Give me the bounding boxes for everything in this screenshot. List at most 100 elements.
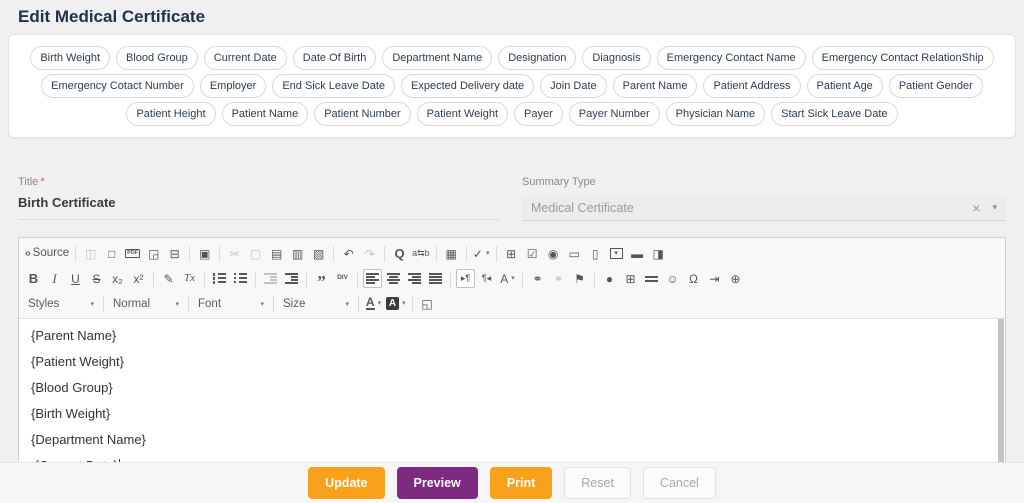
merge-field-chip[interactable]: Join Date (540, 74, 607, 98)
source-button[interactable]: ‹› Source (24, 244, 70, 263)
ltr-button[interactable]: ▸¶ (456, 269, 475, 288)
superscript-button[interactable]: x² (129, 269, 148, 288)
spell-check-button[interactable]: ✓ ▾ (472, 244, 491, 263)
editor-scrollbar[interactable] (998, 319, 1004, 468)
subscript-button[interactable]: x₂ (108, 269, 127, 288)
replace-button[interactable]: a⇆b (411, 244, 431, 263)
merge-field-chip[interactable]: Emergency Contact RelationShip (811, 46, 994, 70)
new-page-button[interactable]: □ (102, 244, 121, 263)
paste-button[interactable]: ▤ (267, 244, 286, 263)
merge-field-chip[interactable]: Date Of Birth (292, 46, 377, 70)
table-button[interactable]: ⊞ (621, 269, 640, 288)
editor-content[interactable]: {Parent Name} {Patient Weight} {Blood Grou… (19, 319, 1005, 473)
merge-field-chip[interactable]: Payer Number (568, 102, 660, 126)
merge-field-chip[interactable]: Physician Name (665, 102, 766, 126)
undo-button[interactable]: ↶ (339, 244, 358, 263)
title-input[interactable] (18, 188, 500, 220)
strikethrough-button[interactable]: S (87, 269, 106, 288)
summary-type-select[interactable]: Medical Certificate × ▾ (522, 195, 1006, 221)
merge-field-chip[interactable]: Designation (498, 46, 577, 70)
styles-dropdown[interactable]: Styles ▾ (23, 294, 99, 314)
checkbox-button[interactable]: ☑ (523, 244, 542, 263)
merge-field-chip[interactable]: Employer (199, 74, 267, 98)
merge-field-chip[interactable]: Expected Delivery date (401, 74, 535, 98)
background-color-button[interactable]: A ▾ (385, 294, 407, 313)
paste-text-button[interactable]: ▥ (288, 244, 307, 263)
toolbar-label: Styles (28, 297, 60, 310)
align-center-button[interactable] (384, 269, 403, 288)
indent-button[interactable] (282, 269, 301, 288)
merge-field-chip[interactable]: Patient Address (703, 74, 801, 98)
numbered-list-button[interactable] (210, 269, 229, 288)
update-button[interactable]: Update (308, 467, 385, 499)
remove-format-button[interactable]: Tx (180, 269, 199, 288)
merge-field-chip[interactable]: Payer (514, 102, 563, 126)
horizontal-rule-button[interactable] (642, 269, 661, 288)
merge-field-chip[interactable]: Current Date (203, 46, 287, 70)
smiley-button[interactable]: ☺ (663, 269, 682, 288)
size-dropdown[interactable]: Size ▾ (278, 294, 354, 314)
language-button[interactable]: A ▾ (498, 269, 517, 288)
maximize-button[interactable]: ◱ (418, 294, 437, 313)
italic-button[interactable]: I (45, 269, 64, 288)
image-button-button[interactable]: ◨ (649, 244, 668, 263)
iframe-button[interactable]: ⊕ (726, 269, 745, 288)
textarea-button[interactable]: ▯ (586, 244, 605, 263)
toolbar-print-button[interactable]: ⊟ (165, 244, 184, 263)
merge-field-chip[interactable]: Patient Height (126, 102, 216, 126)
blockquote-button[interactable]: ” (312, 269, 331, 290)
cancel-button[interactable]: Cancel (642, 467, 716, 499)
text-field-button[interactable]: ▭ (565, 244, 584, 263)
merge-field-chip[interactable]: Birth Weight (30, 46, 111, 70)
bold-button[interactable]: B (24, 269, 43, 288)
anchor-button[interactable]: ⚑ (570, 269, 589, 288)
form-button[interactable]: ⊞ (502, 244, 521, 263)
format-dropdown[interactable]: Normal ▾ (108, 294, 184, 314)
copy-button: ▢ (246, 244, 265, 263)
toolbar-row-3: Styles ▾ Normal ▾ Font ▾ Size ▾ A ▾ A ▾ ◱ (23, 291, 1001, 316)
reset-button[interactable]: Reset (564, 467, 631, 499)
merge-field-chip[interactable]: Emergency Cotact Number (41, 74, 194, 98)
rtl-button[interactable]: ¶◂ (477, 269, 496, 288)
paste-word-button[interactable]: ▧ (309, 244, 328, 263)
text-color-button[interactable]: A ▾ (364, 294, 383, 313)
merge-field-chip[interactable]: Start Sick Leave Date (771, 102, 898, 126)
special-char-button[interactable]: Ω (684, 269, 703, 288)
merge-field-chip[interactable]: Patient Gender (888, 74, 983, 98)
merge-field-chip[interactable]: Patient Age (806, 74, 883, 98)
underline-button[interactable]: U (66, 269, 85, 288)
merge-field-chip[interactable]: Blood Group (116, 46, 198, 70)
link-button[interactable]: ⚭ (528, 269, 547, 288)
preview-doc-button[interactable]: ◲ (144, 244, 163, 263)
copy-formatting-button[interactable]: ✎ (159, 269, 178, 288)
align-right-button[interactable] (405, 269, 424, 288)
select-field-button[interactable]: ▾ (607, 244, 626, 263)
create-div-button[interactable]: DIV (333, 269, 352, 288)
merge-field-chip[interactable]: Patient Weight (416, 102, 508, 126)
merge-field-chip[interactable]: End Sick Leave Date (272, 74, 396, 98)
clear-icon[interactable]: × (972, 200, 980, 216)
merge-field-chip[interactable]: Diagnosis (582, 46, 651, 70)
merge-field-chip[interactable]: Department Name (382, 46, 493, 70)
font-dropdown[interactable]: Font ▾ (193, 294, 269, 314)
radio-button[interactable]: ◉ (544, 244, 563, 263)
merge-field-chip[interactable]: Patient Name (221, 102, 309, 126)
page-break-button[interactable]: ⇥ (705, 269, 724, 288)
align-justify-button[interactable] (426, 269, 445, 288)
merge-field-chip[interactable]: Emergency Contact Name (656, 46, 806, 70)
summary-field-group: Summary Type Medical Certificate × ▾ (522, 176, 1006, 221)
toolbar-divider (188, 295, 189, 312)
export-pdf-button[interactable]: PDF (123, 244, 142, 263)
merge-field-chip[interactable]: Patient Number (314, 102, 411, 126)
select-all-button[interactable]: ▦ (442, 244, 461, 263)
image-button[interactable]: ● (600, 269, 619, 288)
merge-field-chip[interactable]: Parent Name (612, 74, 698, 98)
chevron-down-icon[interactable]: ▾ (992, 202, 997, 213)
align-left-button[interactable] (363, 269, 382, 288)
print-button[interactable]: Print (489, 467, 553, 499)
button-field-button[interactable]: ▬ (628, 244, 647, 263)
templates-button[interactable]: ▣ (195, 244, 214, 263)
preview-button[interactable]: Preview (396, 467, 478, 499)
bulleted-list-button[interactable] (231, 269, 250, 288)
find-button[interactable]: Q (390, 244, 409, 263)
